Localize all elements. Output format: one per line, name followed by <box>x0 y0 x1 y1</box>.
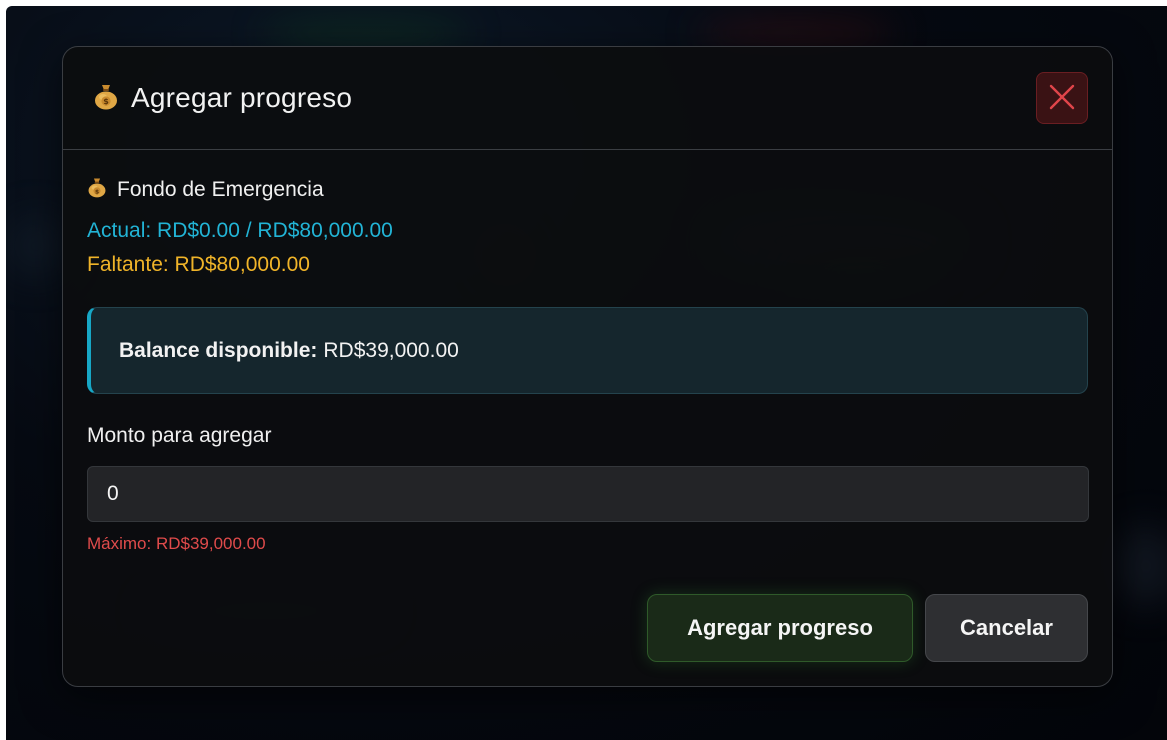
goal-name: Fondo de Emergencia <box>117 177 324 201</box>
available-balance-box: Balance disponible: RD$39,000.00 <box>87 307 1088 394</box>
blurred-background-element <box>261 20 471 46</box>
blurred-background-element <box>6 216 66 276</box>
modal-header: $ Agregar progreso <box>63 47 1112 150</box>
money-bag-icon: $ <box>87 176 107 203</box>
available-balance-label: Balance disponible: <box>119 338 318 362</box>
cancel-button[interactable]: Cancelar <box>925 594 1088 662</box>
goal-actual-amount: Actual: RD$0.00 / RD$80,000.00 <box>87 219 393 242</box>
close-icon <box>1047 82 1077 115</box>
goal-remaining-amount: Faltante: RD$80,000.00 <box>87 253 310 276</box>
add-progress-modal: $ Agregar progreso $ Fondo de Emergencia… <box>62 46 1113 687</box>
amount-field-label: Monto para agregar <box>87 424 272 447</box>
modal-title: Agregar progreso <box>131 82 353 113</box>
modal-title-group: $ Agregar progreso <box>93 82 352 115</box>
modal-body: $ Fondo de Emergencia Actual: RD$0.00 / … <box>63 150 1112 554</box>
close-button[interactable] <box>1036 72 1088 124</box>
blurred-background-element <box>1116 526 1167 606</box>
modal-actions: Agregar progreso Cancelar <box>647 594 1088 662</box>
svg-text:$: $ <box>103 97 109 106</box>
money-bag-icon: $ <box>93 82 119 115</box>
svg-text:$: $ <box>95 188 99 195</box>
amount-input[interactable] <box>87 466 1089 522</box>
amount-max-hint: Máximo: RD$39,000.00 <box>87 534 266 553</box>
blurred-background-element <box>696 18 896 48</box>
available-balance-value: RD$39,000.00 <box>323 338 459 362</box>
add-progress-button[interactable]: Agregar progreso <box>647 594 913 662</box>
goal-header: $ Fondo de Emergencia <box>87 176 1088 203</box>
